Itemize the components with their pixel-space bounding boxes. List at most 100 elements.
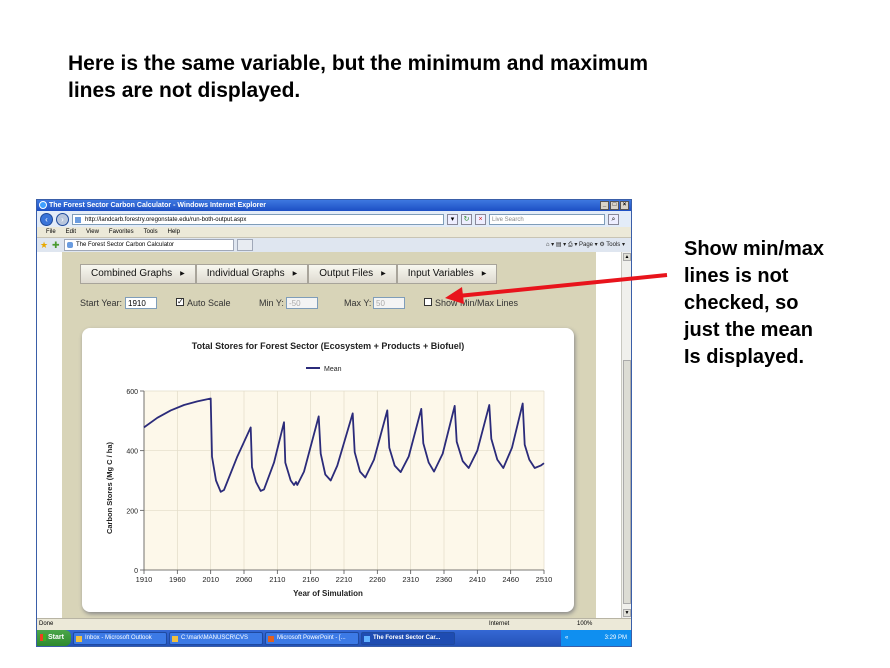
min-y-label: Min Y: [259, 298, 284, 308]
slide-title-line2: lines are not displayed. [68, 79, 301, 102]
x-tick-label: 2160 [302, 575, 319, 584]
legend-label: Mean [324, 366, 342, 373]
tab-bar: ★ ✚ The Forest Sector Carbon Calculator … [37, 238, 631, 252]
url-text: http://landcarb.forestry.oregonstate.edu… [85, 216, 247, 223]
y-axis-label: Carbon Stores (Mg C / ha) [105, 441, 114, 534]
close-button[interactable]: × [620, 201, 629, 210]
x-tick-label: 2410 [469, 575, 486, 584]
menu-combined-graphs-label: Combined Graphs [91, 268, 173, 279]
callout-text: Show min/max lines is not checked, so ju… [684, 236, 874, 371]
x-tick-label: 2310 [402, 575, 419, 584]
menu-favorites[interactable]: Favorites [109, 227, 134, 237]
app-menu: Combined Graphs ▶ Individual Graphs ▶ Outp… [80, 264, 498, 284]
x-tick-label: 2510 [536, 575, 553, 584]
x-tick-label: 1910 [136, 575, 153, 584]
favorites-star-icon[interactable]: ★ [40, 240, 49, 250]
command-bar[interactable]: ⌂ ▾ ▤ ▾ ⎙ ▾ Page ▾ ⚙ Tools ▾ [546, 240, 625, 250]
outlook-icon [76, 635, 82, 642]
submenu-arrow-icon: ▶ [481, 271, 487, 277]
x-tick-label: 2210 [336, 575, 353, 584]
tab-forest-calculator[interactable]: The Forest Sector Carbon Calculator [64, 239, 234, 251]
url-dropdown-button[interactable]: ▾ [447, 213, 458, 225]
page-icon [75, 216, 81, 223]
x-tick-label: 2010 [202, 575, 219, 584]
url-input[interactable]: http://landcarb.forestry.oregonstate.edu… [72, 213, 444, 225]
task-label: C:\mark\MANUSCR\CVS [181, 634, 249, 641]
page-content: Combined Graphs ▶ Individual Graphs ▶ Outp… [37, 252, 631, 618]
auto-scale-checkbox[interactable]: ✓ [176, 298, 184, 306]
start-button[interactable]: Start [37, 630, 71, 646]
task-label: Inbox - Microsoft Outlook [85, 634, 152, 641]
x-tick-label: 2260 [369, 575, 386, 584]
minimize-button[interactable]: _ [600, 201, 609, 210]
stop-icon[interactable]: × [475, 213, 486, 225]
menu-combined-graphs[interactable]: Combined Graphs ▶ [80, 264, 196, 284]
callout-line: Show min/max [684, 238, 825, 260]
slide-title: Here is the same variable, but the minim… [68, 50, 708, 104]
x-axis-label: Year of Simulation [293, 589, 363, 598]
menu-tools[interactable]: Tools [144, 227, 158, 237]
back-button[interactable]: ‹ [40, 212, 53, 226]
menu-view[interactable]: View [86, 227, 99, 237]
submenu-arrow-icon: ▶ [180, 271, 185, 277]
max-y-label: Max Y: [344, 298, 372, 308]
menu-input-variables[interactable]: Input Variables ▶ [396, 264, 498, 284]
search-input[interactable]: Live Search [489, 213, 605, 225]
menu-individual-graphs-label: Individual Graphs [206, 268, 285, 279]
taskbar: Start Inbox - Microsoft Outlook C:\mark\… [37, 630, 631, 646]
y-tick-label: 0 [134, 568, 138, 575]
vertical-scrollbar[interactable]: ▲ ▼ [621, 252, 631, 618]
scroll-up-button[interactable]: ▲ [623, 253, 631, 261]
tab-label: The Forest Sector Carbon Calculator [76, 242, 175, 248]
task-outlook[interactable]: Inbox - Microsoft Outlook [73, 631, 167, 645]
scroll-down-button[interactable]: ▼ [623, 609, 631, 617]
new-tab-button[interactable] [237, 239, 253, 251]
x-tick-label: 2360 [436, 575, 453, 584]
search-icon[interactable]: ⌕ [608, 213, 619, 225]
menu-output-files[interactable]: Output Files ▶ [308, 264, 397, 284]
clock: 3:29 PM [604, 635, 627, 641]
x-tick-label: 1960 [169, 575, 186, 584]
slide-title-line1: Here is the same variable, but the minim… [68, 52, 649, 75]
task-label: Microsoft PowerPoint - [... [277, 634, 346, 641]
menu-edit[interactable]: Edit [66, 227, 76, 237]
callout-line: lines is not [684, 265, 789, 287]
add-favorites-icon[interactable]: ✚ [52, 240, 61, 250]
auto-scale-label: Auto Scale [187, 298, 231, 308]
menu-output-files-label: Output Files [319, 268, 374, 279]
ie-icon [364, 635, 370, 642]
scroll-thumb[interactable] [623, 360, 631, 604]
x-tick-label: 2110 [269, 575, 285, 584]
min-y-input[interactable] [286, 297, 318, 309]
system-tray: « 3:29 PM [561, 630, 631, 646]
menu-individual-graphs[interactable]: Individual Graphs ▶ [195, 264, 309, 284]
callout-line: just the mean [684, 319, 813, 341]
task-explorer[interactable]: C:\mark\MANUSCR\CVS [169, 631, 263, 645]
show-minmax-checkbox[interactable] [424, 298, 432, 306]
plot-area: 0 200 400 600 1910 1960 2010 2060 2110 2160 2210 22… [126, 389, 552, 584]
folder-icon [172, 635, 178, 642]
max-y-input[interactable] [373, 297, 405, 309]
security-zone: Internet [489, 621, 510, 627]
callout-line: Is displayed. [684, 346, 805, 368]
menu-file[interactable]: File [46, 227, 56, 237]
task-ie[interactable]: The Forest Sector Car... [361, 631, 455, 645]
y-tick-label: 600 [126, 389, 138, 396]
powerpoint-icon [268, 635, 274, 642]
maximize-button[interactable]: □ [610, 201, 619, 210]
show-minmax-label: Show Min/Max Lines [435, 298, 519, 308]
browser-window: The Forest Sector Carbon Calculator - Wi… [36, 199, 632, 647]
y-tick-label: 200 [126, 508, 138, 515]
task-powerpoint[interactable]: Microsoft PowerPoint - [... [265, 631, 359, 645]
refresh-icon[interactable]: ↻ [461, 213, 472, 225]
line-chart: Total Stores for Forest Sector (Ecosyste… [105, 341, 552, 598]
status-text: Done [39, 621, 54, 627]
y-tick-label: 400 [126, 449, 138, 456]
chart-controls: Start Year: ✓ Auto Scale Min Y: Max Y: S… [80, 297, 580, 312]
tab-page-icon [67, 242, 73, 248]
zoom-level[interactable]: 100% [577, 619, 592, 629]
menu-help[interactable]: Help [168, 227, 180, 237]
chart-title: Total Stores for Forest Sector (Ecosyste… [192, 341, 464, 351]
forward-button[interactable]: › [56, 212, 69, 226]
start-year-input[interactable] [125, 297, 157, 309]
